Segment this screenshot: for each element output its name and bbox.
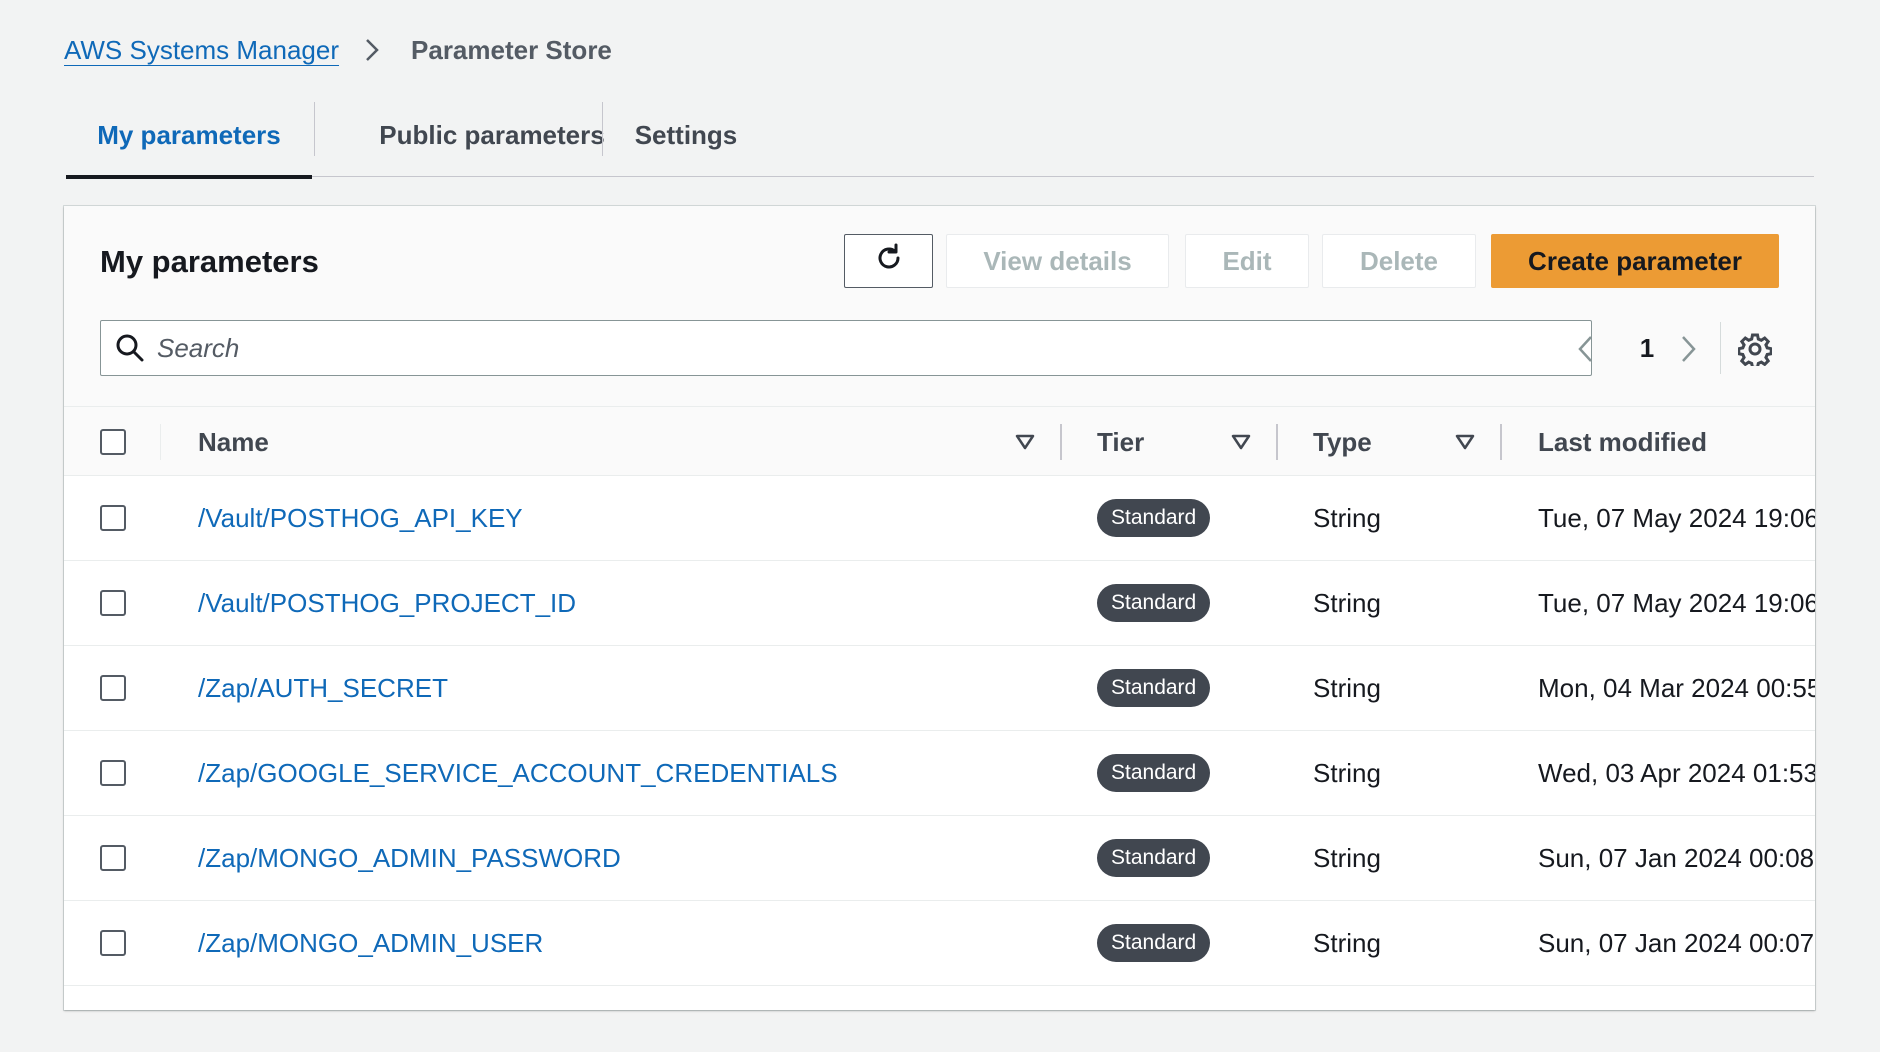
parameter-name-link[interactable]: /Vault/POSTHOG_API_KEY — [198, 503, 523, 534]
type-cell: String — [1313, 842, 1381, 873]
table-row: /Zap/MONGO_ADMIN_PASSWORD Standard Strin… — [64, 816, 1815, 901]
chevron-right-icon — [357, 37, 391, 63]
tier-badge: Standard — [1097, 499, 1211, 537]
table-row: /Zap/GOOGLE_SERVICE_ACCOUNT_CREDENTIALS … — [64, 731, 1815, 816]
type-cell: String — [1313, 502, 1381, 533]
column-divider — [160, 424, 161, 460]
tab-settings[interactable]: Settings — [603, 96, 769, 174]
table-row: /Zap/MONGO_ADMIN_USER Standard String Su… — [64, 901, 1815, 986]
panel-title: My parameters — [100, 244, 319, 279]
tier-badge: Standard — [1097, 754, 1211, 792]
breadcrumb-link-systems-manager[interactable]: AWS Systems Manager — [64, 35, 339, 66]
tier-badge: Standard — [1097, 839, 1211, 877]
sort-triangle-icon[interactable] — [1454, 431, 1476, 453]
type-cell: String — [1313, 927, 1381, 958]
gear-icon[interactable] — [1738, 332, 1772, 366]
breadcrumb-current: Parameter Store — [411, 34, 612, 65]
parameter-name-link[interactable]: /Vault/POSTHOG_PROJECT_ID — [198, 588, 576, 619]
chevron-left-icon[interactable] — [1572, 334, 1602, 364]
current-page-number[interactable]: 1 — [1624, 328, 1670, 368]
parameters-table: Name Tier Type Last modified /Vault/POST… — [64, 406, 1815, 986]
row-checkbox[interactable] — [100, 675, 126, 701]
refresh-icon — [873, 242, 905, 281]
last-modified-cell: Wed, 03 Apr 2024 01:53 — [1538, 757, 1815, 788]
type-cell: String — [1313, 672, 1381, 703]
table-row: /Zap/AUTH_SECRET Standard String Mon, 04… — [64, 646, 1815, 731]
tier-badge: Standard — [1097, 669, 1211, 707]
parameter-name-link[interactable]: /Zap/MONGO_ADMIN_PASSWORD — [198, 843, 621, 874]
column-header-name[interactable]: Name — [198, 407, 269, 477]
parameters-panel: My parameters View details Edit Delete C… — [64, 206, 1815, 1010]
edit-button[interactable]: Edit — [1185, 234, 1309, 288]
chevron-right-icon[interactable] — [1672, 334, 1702, 364]
create-parameter-button[interactable]: Create parameter — [1491, 234, 1779, 288]
last-modified-cell: Tue, 07 May 2024 19:06 — [1538, 502, 1815, 533]
last-modified-cell: Mon, 04 Mar 2024 00:55 — [1538, 672, 1815, 703]
pager-divider — [1720, 322, 1721, 374]
view-details-button[interactable]: View details — [946, 234, 1169, 288]
last-modified-cell: Sun, 07 Jan 2024 00:07: — [1538, 927, 1815, 958]
parameter-name-link[interactable]: /Zap/MONGO_ADMIN_USER — [198, 928, 543, 959]
parameter-name-link[interactable]: /Zap/GOOGLE_SERVICE_ACCOUNT_CREDENTIALS — [198, 758, 838, 789]
column-divider — [1276, 424, 1278, 460]
search-input[interactable] — [155, 331, 1559, 365]
row-checkbox[interactable] — [100, 845, 126, 871]
delete-button[interactable]: Delete — [1322, 234, 1476, 288]
column-divider — [1060, 424, 1062, 460]
row-checkbox[interactable] — [100, 930, 126, 956]
breadcrumb: AWS Systems Manager Parameter Store — [64, 30, 612, 70]
column-header-type[interactable]: Type — [1313, 407, 1372, 477]
type-cell: String — [1313, 587, 1381, 618]
tab-my-parameters[interactable]: My parameters — [66, 96, 312, 179]
select-all-checkbox[interactable] — [100, 429, 126, 455]
column-header-last-modified[interactable]: Last modified — [1538, 407, 1707, 477]
type-cell: String — [1313, 757, 1381, 788]
column-divider — [1500, 424, 1502, 460]
search-icon — [115, 333, 145, 363]
tier-badge: Standard — [1097, 584, 1211, 622]
parameter-name-link[interactable]: /Zap/AUTH_SECRET — [198, 673, 448, 704]
row-checkbox[interactable] — [100, 505, 126, 531]
sort-triangle-icon[interactable] — [1230, 431, 1252, 453]
table-row: /Vault/POSTHOG_API_KEY Standard String T… — [64, 476, 1815, 561]
sort-triangle-icon[interactable] — [1014, 431, 1036, 453]
last-modified-cell: Tue, 07 May 2024 19:06 — [1538, 587, 1815, 618]
row-checkbox[interactable] — [100, 760, 126, 786]
last-modified-cell: Sun, 07 Jan 2024 00:08: — [1538, 842, 1815, 873]
tier-badge: Standard — [1097, 924, 1211, 962]
column-header-tier[interactable]: Tier — [1097, 407, 1144, 477]
table-header: Name Tier Type Last modified — [64, 406, 1815, 476]
tab-bar: My parameters Public parameters Settings — [66, 96, 1814, 179]
tab-divider — [314, 102, 315, 156]
row-checkbox[interactable] — [100, 590, 126, 616]
table-row: /Vault/POSTHOG_PROJECT_ID Standard Strin… — [64, 561, 1815, 646]
search-box — [100, 320, 1592, 376]
refresh-button[interactable] — [844, 234, 933, 288]
